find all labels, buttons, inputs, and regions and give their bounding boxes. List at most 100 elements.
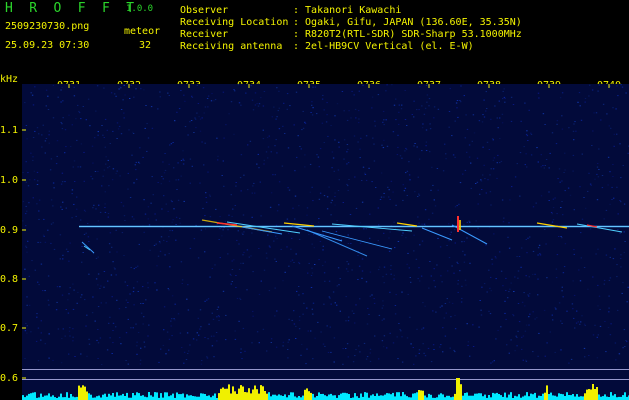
- noise-pixel: [393, 274, 395, 276]
- noise-pixel: [556, 254, 559, 256]
- noise-pixel: [113, 267, 115, 269]
- noise-pixel: [377, 240, 379, 242]
- noise-pixel: [83, 209, 86, 211]
- noise-level-bar: [346, 393, 348, 400]
- noise-pixel: [558, 168, 561, 170]
- noise-pixel: [496, 162, 498, 164]
- noise-pixel: [217, 306, 220, 308]
- noise-pixel: [177, 313, 180, 315]
- noise-pixel: [353, 312, 355, 314]
- noise-level-bar: [546, 385, 548, 400]
- noise-pixel: [368, 313, 370, 315]
- noise-pixel: [413, 363, 415, 365]
- noise-pixel: [579, 105, 581, 107]
- noise-pixel: [321, 122, 324, 124]
- noise-pixel: [478, 326, 480, 328]
- noise-level-bar: [262, 386, 264, 400]
- noise-pixel: [598, 169, 600, 170]
- noise-pixel: [153, 244, 156, 246]
- noise-pixel: [328, 186, 330, 188]
- noise-pixel: [323, 272, 326, 274]
- noise-pixel: [234, 338, 237, 340]
- noise-pixel: [49, 169, 52, 171]
- noise-pixel: [404, 90, 406, 91]
- noise-pixel: [359, 298, 361, 300]
- noise-pixel: [102, 134, 104, 136]
- noise-pixel: [334, 115, 336, 117]
- noise-pixel: [525, 133, 528, 135]
- noise-pixel: [421, 240, 424, 242]
- noise-pixel: [213, 356, 215, 358]
- noise-level-bar: [374, 396, 376, 400]
- noise-pixel: [301, 129, 303, 131]
- noise-pixel: [476, 181, 479, 183]
- noise-pixel: [338, 284, 340, 286]
- noise-pixel: [442, 327, 444, 329]
- noise-pixel: [365, 281, 368, 283]
- noise-pixel: [28, 304, 31, 306]
- noise-pixel: [496, 177, 498, 179]
- noise-pixel: [61, 172, 64, 174]
- noise-pixel: [239, 299, 242, 300]
- noise-pixel: [278, 204, 280, 206]
- noise-pixel: [393, 221, 395, 223]
- noise-pixel: [262, 138, 265, 140]
- noise-pixel: [489, 287, 491, 289]
- noise-pixel: [551, 213, 553, 215]
- noise-pixel: [555, 277, 558, 279]
- noise-pixel: [480, 314, 483, 316]
- noise-pixel: [44, 241, 47, 243]
- noise-pixel: [456, 261, 458, 263]
- noise-level-bar: [474, 393, 476, 400]
- noise-pixel: [267, 146, 270, 148]
- noise-pixel: [286, 218, 289, 220]
- noise-pixel: [274, 145, 276, 147]
- noise-level-bar: [50, 396, 52, 400]
- noise-pixel: [345, 348, 347, 349]
- noise-pixel: [229, 273, 232, 275]
- noise-pixel: [325, 121, 328, 123]
- noise-pixel: [251, 99, 254, 101]
- noise-pixel: [231, 215, 233, 217]
- noise-pixel: [259, 181, 261, 183]
- noise-pixel: [112, 261, 114, 263]
- noise-pixel: [171, 201, 173, 203]
- noise-level-bar: [456, 378, 458, 400]
- noise-pixel: [25, 205, 27, 207]
- noise-pixel: [457, 116, 459, 118]
- noise-pixel: [570, 358, 573, 360]
- noise-pixel: [551, 314, 553, 316]
- noise-pixel: [270, 338, 273, 340]
- noise-pixel: [609, 277, 612, 279]
- noise-pixel: [183, 159, 185, 161]
- noise-pixel: [450, 316, 452, 318]
- noise-pixel: [352, 361, 355, 363]
- noise-pixel: [130, 327, 132, 329]
- noise-pixel: [260, 280, 262, 282]
- noise-pixel: [143, 89, 145, 91]
- noise-pixel: [95, 208, 97, 210]
- noise-pixel: [174, 120, 176, 122]
- noise-pixel: [242, 233, 244, 235]
- noise-pixel: [291, 237, 293, 239]
- noise-pixel: [448, 240, 450, 242]
- noise-pixel: [298, 328, 301, 330]
- noise-level-bar: [556, 396, 558, 400]
- noise-pixel: [354, 108, 357, 110]
- noise-pixel: [175, 239, 177, 241]
- noise-pixel: [464, 254, 466, 256]
- noise-pixel: [278, 90, 280, 92]
- noise-pixel: [189, 247, 192, 249]
- noise-pixel: [475, 183, 477, 184]
- noise-level-bar: [586, 389, 588, 400]
- noise-pixel: [488, 149, 491, 150]
- noise-pixel: [311, 104, 313, 106]
- noise-pixel: [163, 329, 165, 331]
- noise-pixel: [187, 353, 189, 354]
- noise-pixel: [180, 160, 183, 161]
- noise-pixel: [173, 208, 175, 210]
- noise-pixel: [433, 117, 435, 119]
- noise-pixel: [524, 164, 526, 166]
- noise-pixel: [133, 96, 135, 98]
- noise-pixel: [616, 276, 618, 278]
